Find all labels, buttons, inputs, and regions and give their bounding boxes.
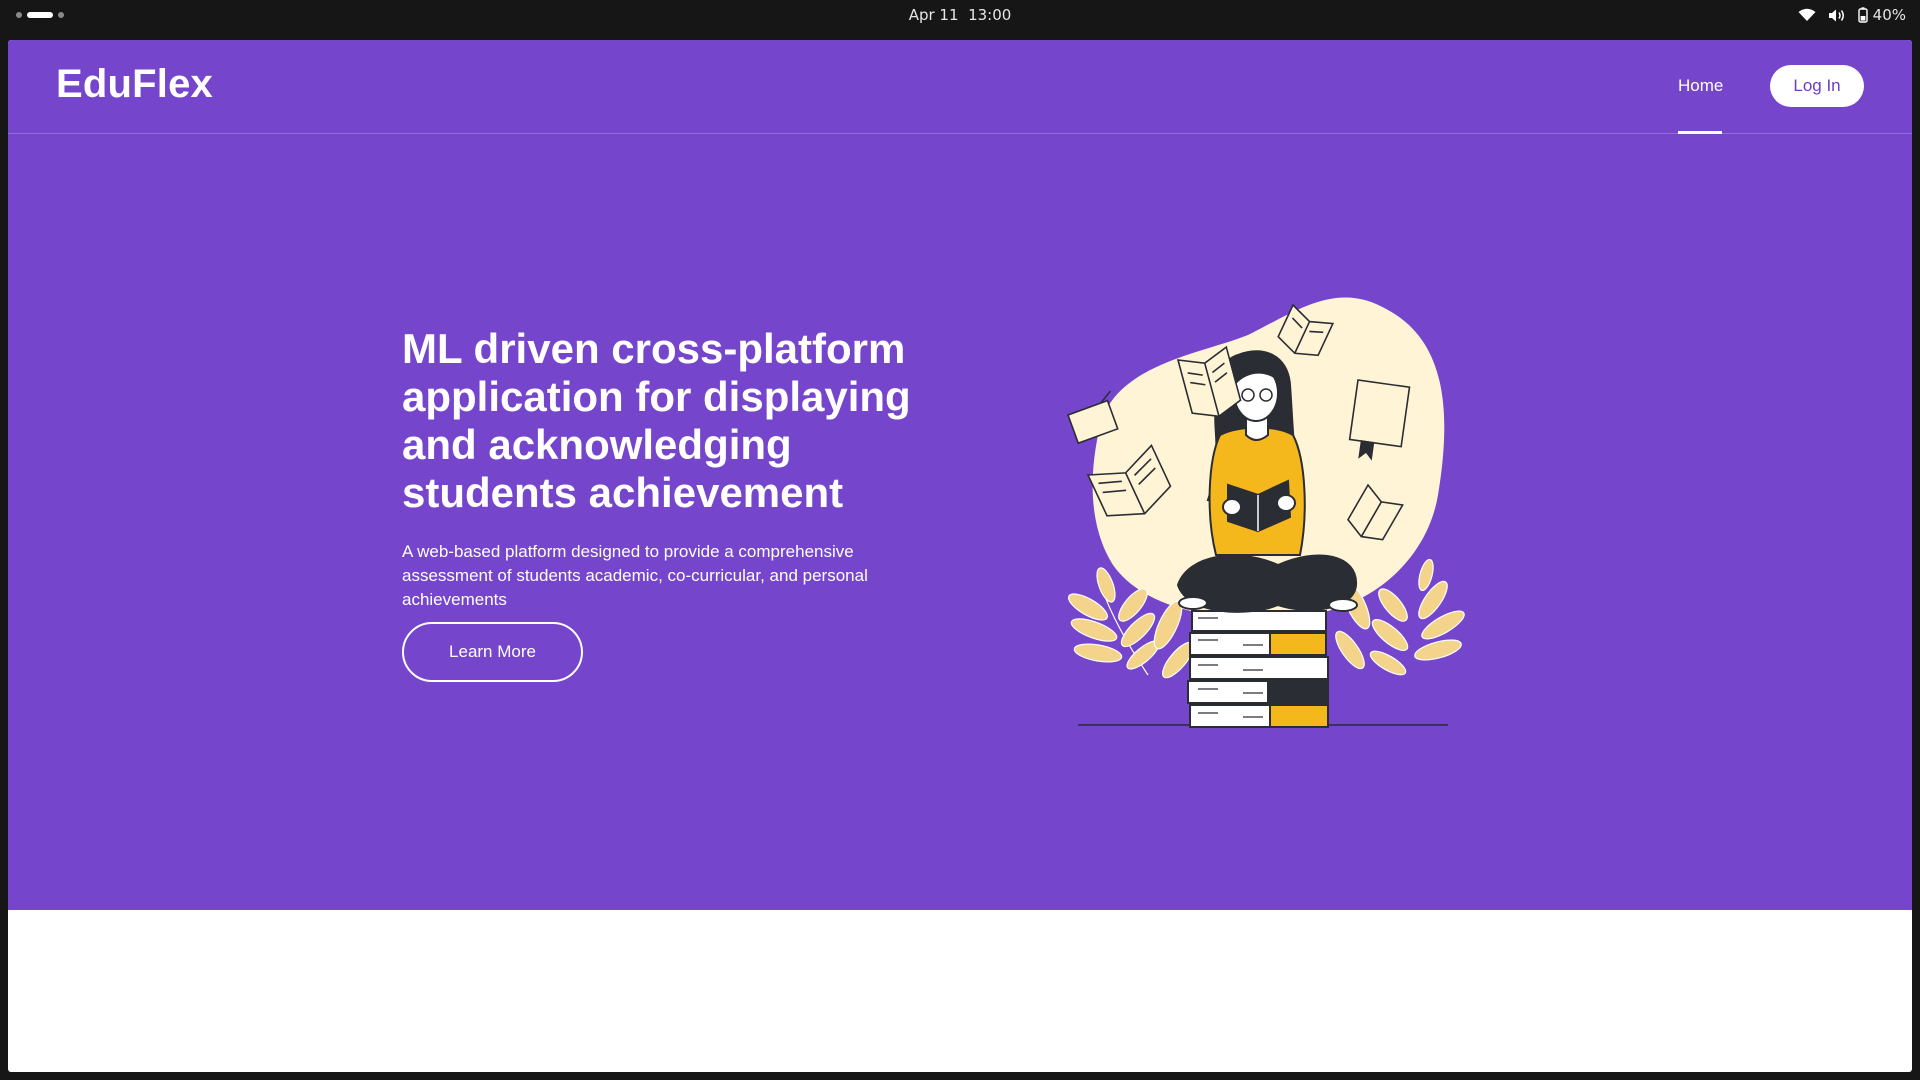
battery-percentage: 40% — [1872, 6, 1906, 24]
hero-title: ML driven cross-platform application for… — [402, 325, 911, 516]
navbar: EduFlex Home Log In — [8, 40, 1912, 134]
browser-window: EduFlex Home Log In ML driven cross-plat… — [8, 40, 1912, 1072]
volume-icon[interactable] — [1828, 8, 1846, 23]
hero-description: A web-based platform designed to provide… — [402, 542, 868, 609]
system-tray[interactable]: 40% — [1798, 6, 1906, 24]
brand-logo[interactable]: EduFlex — [56, 62, 213, 107]
login-button[interactable]: Log In — [1770, 65, 1864, 107]
wifi-icon[interactable] — [1798, 8, 1816, 22]
battery-icon[interactable]: 40% — [1857, 6, 1906, 24]
system-clock[interactable]: Apr 11 13:00 — [0, 6, 1920, 24]
clock-time: 13:00 — [968, 6, 1012, 24]
book-stack-illustration — [1187, 610, 1329, 728]
girl-reading-on-books-illustration — [1066, 297, 1465, 728]
learn-more-button[interactable]: Learn More — [402, 622, 583, 682]
nav-active-indicator — [1678, 131, 1722, 134]
clock-date: Apr 11 — [908, 6, 959, 24]
hero-section: EduFlex Home Log In ML driven cross-plat… — [8, 40, 1912, 910]
nav-link-home[interactable]: Home — [1678, 76, 1723, 96]
os-top-bar: Apr 11 13:00 40% — [0, 0, 1920, 31]
